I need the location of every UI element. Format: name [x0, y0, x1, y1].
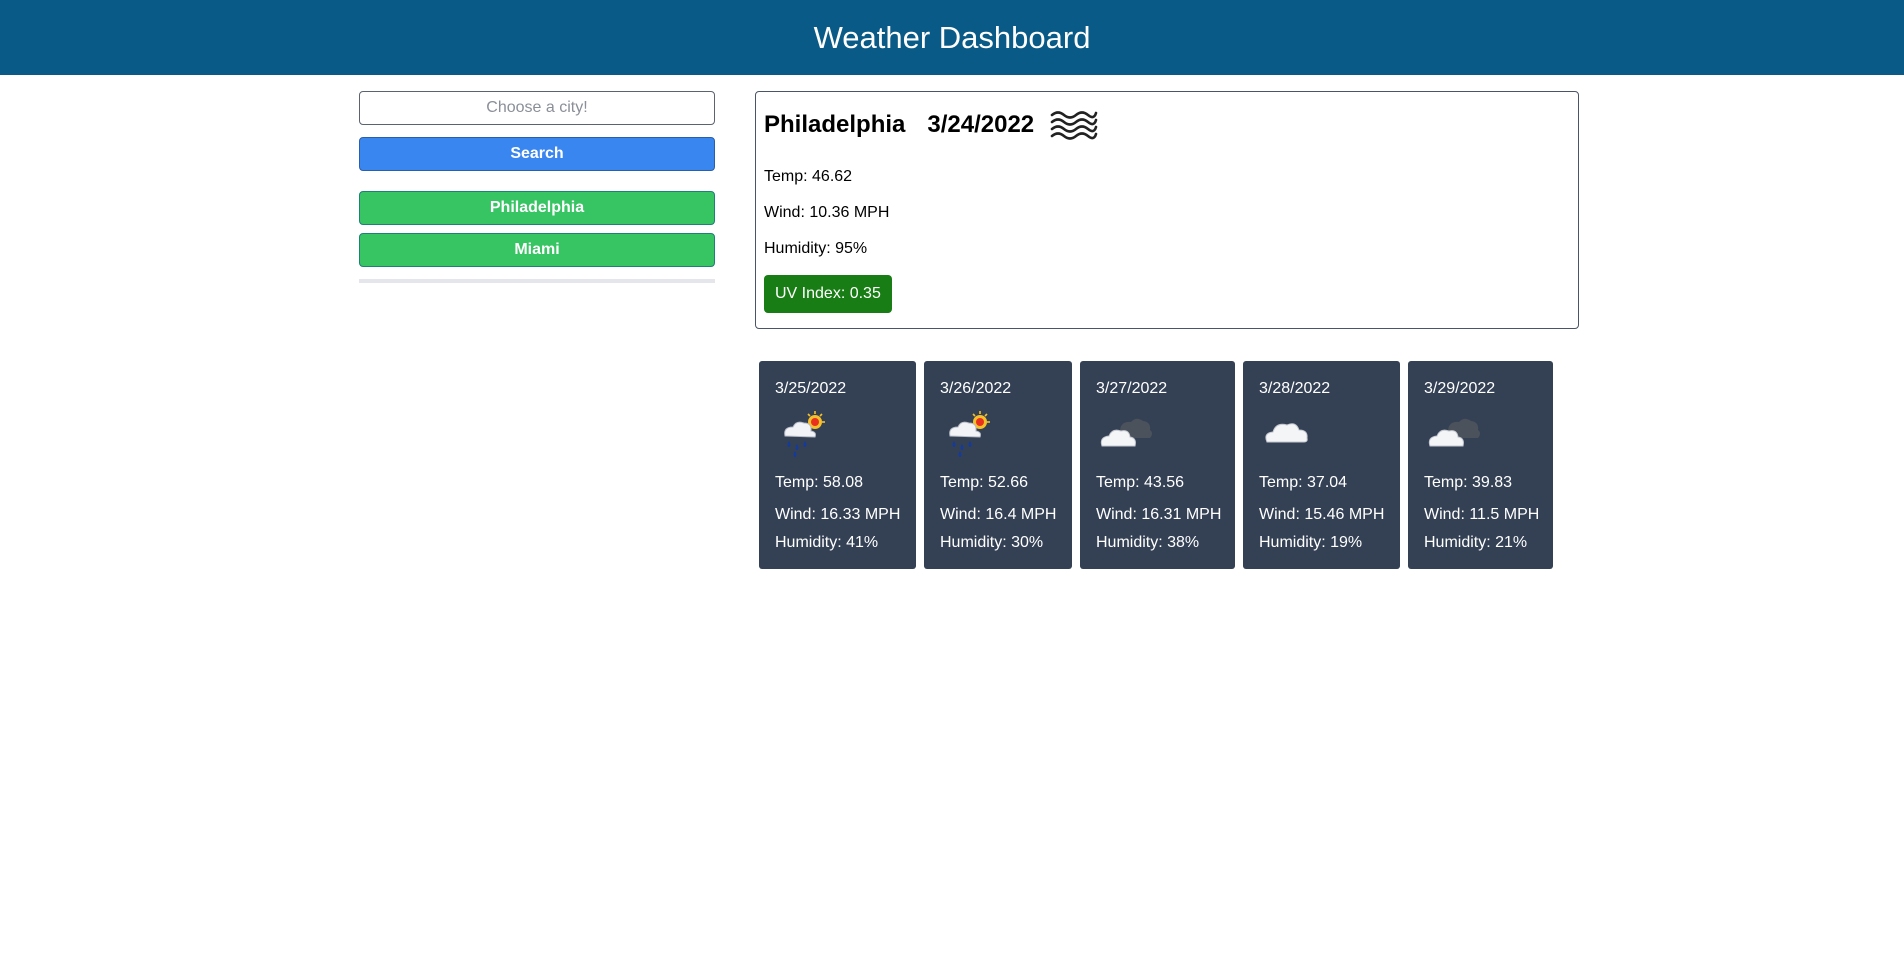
forecast-temp: Temp: 52.66 [940, 474, 1029, 491]
forecast-temp: Temp: 39.83 [1424, 474, 1513, 491]
forecast-date: 3/26/2022 [940, 380, 1012, 397]
rain-sun-icon [775, 408, 831, 458]
forecast-wind: Wind: 16.4 MPH [940, 506, 1057, 523]
forecast-wind: Wind: 16.33 MPH [775, 506, 901, 523]
forecast-humidity: Humidity: 38% [1096, 534, 1200, 551]
search-history: Philadelphia Miami [359, 191, 715, 267]
uv-index-badge: UV Index: 0.35 [764, 275, 892, 313]
current-humidity: Humidity: 95% [764, 240, 868, 257]
forecast-card: 3/27/2022 Temp: 43.56 Wind: 16.31 MPH Hu… [1080, 361, 1235, 569]
forecast-date: 3/29/2022 [1424, 380, 1496, 397]
city-search-input[interactable] [359, 91, 715, 125]
forecast-temp: Temp: 37.04 [1259, 474, 1348, 491]
current-wind: Wind: 10.36 MPH [764, 204, 890, 221]
forecast-card: 3/28/2022 Temp: 37.04 Wind: 15.46 MPH Hu… [1243, 361, 1400, 569]
forecast-wind: Wind: 16.31 MPH [1096, 506, 1222, 523]
broken-clouds-icon [1096, 408, 1152, 458]
mist-icon [1048, 107, 1098, 143]
app-header: Weather Dashboard [0, 0, 1904, 75]
forecast-card: 3/26/2022 Temp: 52.66 Wind: 16.4 MPH Hum… [924, 361, 1072, 569]
current-weather-card: Philadelphia 3/24/2022 Temp: 46.62 Wind:… [755, 91, 1579, 329]
forecast-humidity: Humidity: 41% [775, 534, 879, 551]
current-city: Philadelphia [764, 111, 906, 138]
forecast-wind: Wind: 11.5 MPH [1424, 506, 1540, 523]
forecast-date: 3/28/2022 [1259, 380, 1331, 397]
history-item-miami[interactable]: Miami [359, 233, 715, 267]
history-item-philadelphia[interactable]: Philadelphia [359, 191, 715, 225]
forecast-humidity: Humidity: 19% [1259, 534, 1363, 551]
forecast-temp: Temp: 43.56 [1096, 474, 1185, 491]
sidebar-divider [359, 279, 715, 283]
forecast-humidity: Humidity: 21% [1424, 534, 1528, 551]
broken-clouds-icon [1424, 408, 1480, 458]
current-date: 3/24/2022 [927, 111, 1035, 138]
forecast-humidity: Humidity: 30% [940, 534, 1044, 551]
sidebar: Search Philadelphia Miami [359, 91, 715, 283]
rain-sun-icon [940, 408, 996, 458]
forecast-card: 3/29/2022 Temp: 39.83 Wind: 11.5 MPH Hum… [1408, 361, 1553, 569]
search-button[interactable]: Search [359, 137, 715, 171]
forecast-wind: Wind: 15.46 MPH [1259, 506, 1385, 523]
forecast-card: 3/25/2022 Temp: 58.08 Wind: 16.33 MPH Hu… [759, 361, 916, 569]
current-weather-header: Philadelphia 3/24/2022 [764, 92, 1570, 152]
page-title: Weather Dashboard [813, 19, 1091, 55]
current-temp: Temp: 46.62 [764, 168, 853, 185]
forecast-date: 3/27/2022 [1096, 380, 1168, 397]
cloud-icon [1259, 408, 1315, 458]
forecast-temp: Temp: 58.08 [775, 474, 864, 491]
forecast-date: 3/25/2022 [775, 380, 847, 397]
